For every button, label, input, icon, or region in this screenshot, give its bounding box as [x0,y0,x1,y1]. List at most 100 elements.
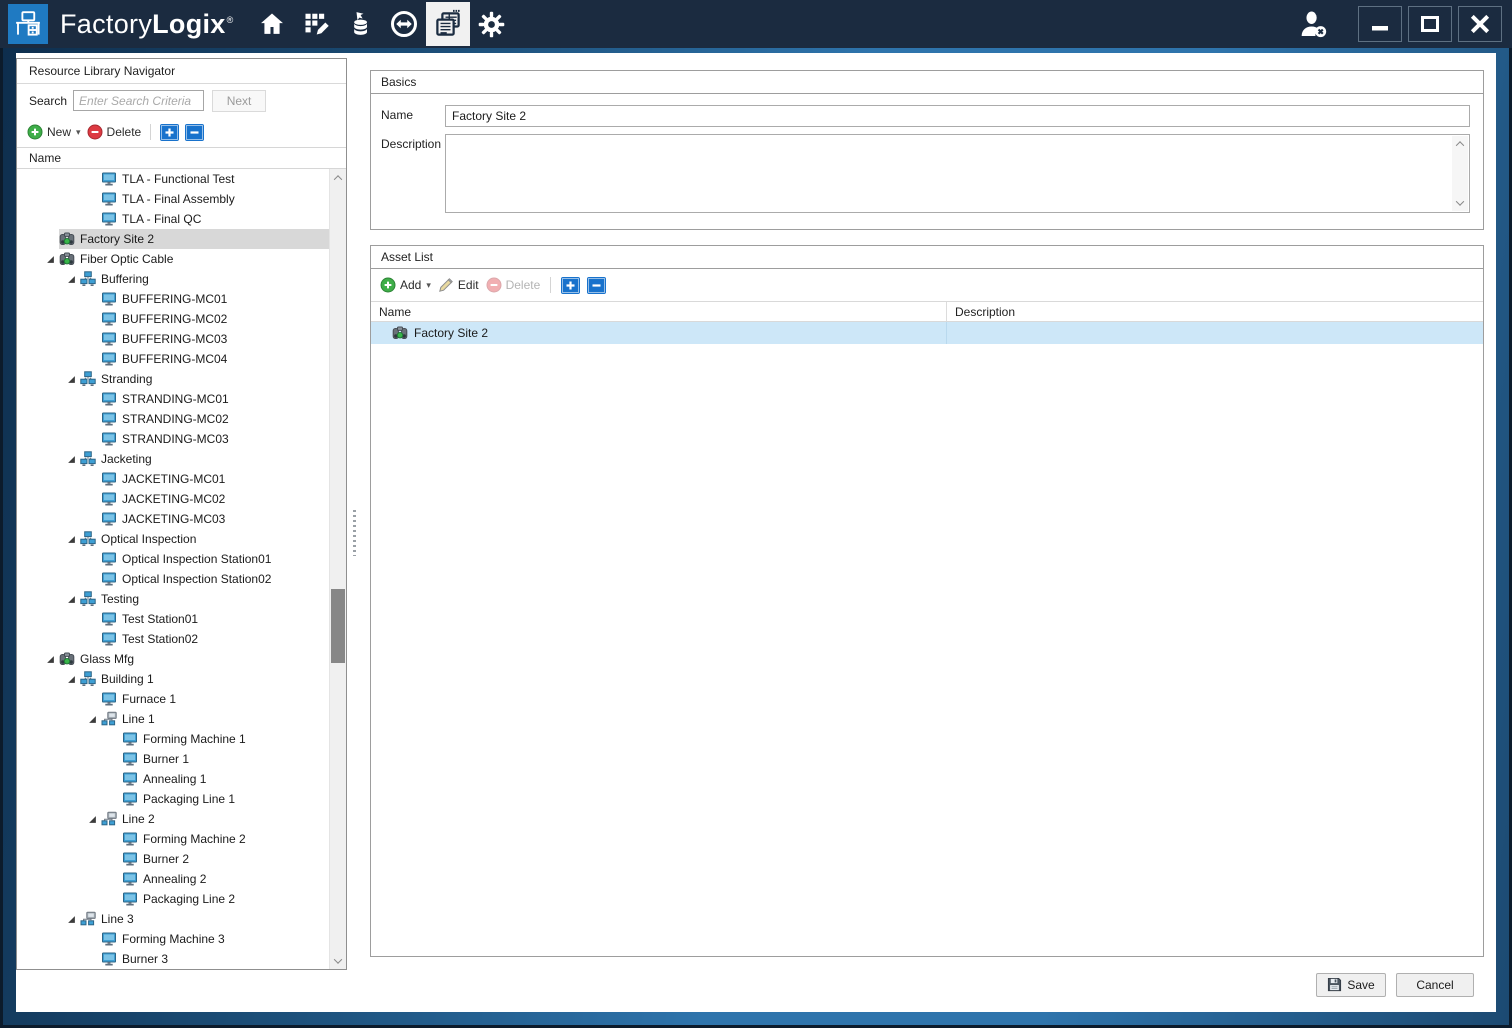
logout-user-icon[interactable] [1296,7,1330,41]
machine-icon [122,851,138,867]
home-icon[interactable] [250,0,294,48]
module-nav [250,0,514,48]
cancel-button[interactable]: Cancel [1396,972,1474,997]
next-button[interactable]: Next [212,89,267,112]
planning-grid-pencil-icon[interactable] [294,0,338,48]
transfer-circle-arrows-icon[interactable] [382,0,426,48]
collapse-all-button[interactable] [587,276,607,294]
tree-item[interactable]: Optical Inspection Station01 [17,549,329,569]
delete-asset-button[interactable]: Delete [486,277,540,293]
search-input[interactable] [73,90,205,111]
name-field[interactable] [445,105,1470,127]
site-icon [59,651,75,667]
tree-item[interactable]: Burner 3 [17,949,329,969]
add-button[interactable]: Add ▾ [380,277,431,293]
tree-expander-icon[interactable] [65,533,78,546]
panel-splitter[interactable] [347,53,362,1012]
tree-item[interactable]: JACKETING-MC02 [17,489,329,509]
scroll-up-icon[interactable] [1455,141,1465,150]
tree-item-label: Forming Machine 1 [143,732,246,746]
pencil-icon [438,278,453,292]
tree-item[interactable]: Optical Inspection [17,529,329,549]
description-field[interactable] [445,134,1470,213]
tree-item[interactable]: Test Station02 [17,629,329,649]
tree-item[interactable]: Forming Machine 1 [17,729,329,749]
tree-expander-icon[interactable] [65,453,78,466]
tree-item[interactable]: Packaging Line 2 [17,889,329,909]
tree-expander-icon[interactable] [44,253,57,266]
tree-expander-icon[interactable] [65,673,78,686]
materials-stack-icon[interactable] [338,0,382,48]
scrollbar-thumb[interactable] [331,589,345,663]
tree-item[interactable]: Furnace 1 [17,689,329,709]
tree-item[interactable]: Annealing 1 [17,769,329,789]
machine-icon [122,831,138,847]
tree-expander-icon[interactable] [86,713,99,726]
tree-expander-icon[interactable] [65,913,78,926]
tree-expander-spacer [44,233,57,246]
tree-item[interactable]: Forming Machine 2 [17,829,329,849]
tree-item[interactable]: BUFFERING-MC03 [17,329,329,349]
tree-item[interactable]: STRANDING-MC01 [17,389,329,409]
tree-item[interactable]: Line 1 [17,709,329,729]
tree-expander-icon[interactable] [65,593,78,606]
tree-item[interactable]: Line 2 [17,809,329,829]
asset-name: Factory Site 2 [414,326,489,340]
tree-item[interactable]: Forming Machine 3 [17,929,329,949]
tree-item[interactable]: BUFFERING-MC01 [17,289,329,309]
tree-item[interactable]: Jacketing [17,449,329,469]
tree-item[interactable]: Building 1 [17,669,329,689]
scroll-up-icon[interactable] [330,169,346,186]
scroll-down-icon[interactable] [330,952,346,969]
tree-item[interactable]: BUFFERING-MC02 [17,309,329,329]
tree-item[interactable]: TLA - Final Assembly [17,189,329,209]
tree-item[interactable]: Line 3 [17,909,329,929]
tree-expander-icon[interactable] [44,653,57,666]
tree-item[interactable]: JACKETING-MC03 [17,509,329,529]
tree-item[interactable]: TLA - Final QC [17,209,329,229]
group-icon [80,591,96,607]
asset-row[interactable]: Factory Site 2 [371,322,1483,344]
tree-item[interactable]: Buffering [17,269,329,289]
tree-item[interactable]: Glass Mfg [17,649,329,669]
tree-item[interactable]: Test Station01 [17,609,329,629]
tree-item[interactable]: Optical Inspection Station02 [17,569,329,589]
expand-all-button[interactable] [561,276,581,294]
delete-button[interactable]: Delete [87,124,141,140]
production-forms-icon[interactable] [425,2,470,46]
tree-item[interactable]: Stranding [17,369,329,389]
save-button[interactable]: Save [1316,972,1386,997]
machine-icon [101,691,117,707]
machine-icon [101,331,117,347]
tree-item[interactable]: Fiber Optic Cable [17,249,329,269]
minimize-icon[interactable] [1358,6,1402,42]
tree-item[interactable]: Burner 2 [17,849,329,869]
column-description[interactable]: Description [947,302,1483,321]
tree-item[interactable]: TLA - Functional Test [17,169,329,189]
tree-item[interactable]: Packaging Line 1 [17,789,329,809]
tree-expander-icon[interactable] [65,373,78,386]
tree-expander-icon[interactable] [86,813,99,826]
tree-item[interactable]: JACKETING-MC01 [17,469,329,489]
settings-gear-icon[interactable] [470,0,514,48]
scroll-down-icon[interactable] [1455,197,1465,206]
tree-scrollbar[interactable] [329,169,346,969]
tree-item[interactable]: Burner 1 [17,749,329,769]
edit-button[interactable]: Edit [438,277,479,293]
tree-item-label: JACKETING-MC02 [122,492,226,506]
tree-item[interactable]: STRANDING-MC02 [17,409,329,429]
expand-all-button[interactable] [160,123,180,141]
machine-icon [122,751,138,767]
description-scrollbar[interactable] [1452,136,1468,211]
new-button[interactable]: New ▾ [27,124,81,140]
tree-item[interactable]: Testing [17,589,329,609]
close-icon[interactable] [1458,6,1502,42]
tree-item[interactable]: STRANDING-MC03 [17,429,329,449]
column-name[interactable]: Name [371,302,947,321]
tree-expander-icon[interactable] [65,273,78,286]
collapse-all-button[interactable] [185,123,205,141]
tree-item[interactable]: BUFFERING-MC04 [17,349,329,369]
maximize-icon[interactable] [1408,6,1452,42]
tree-item[interactable]: Annealing 2 [17,869,329,889]
tree-item[interactable]: Factory Site 2 [17,229,329,249]
